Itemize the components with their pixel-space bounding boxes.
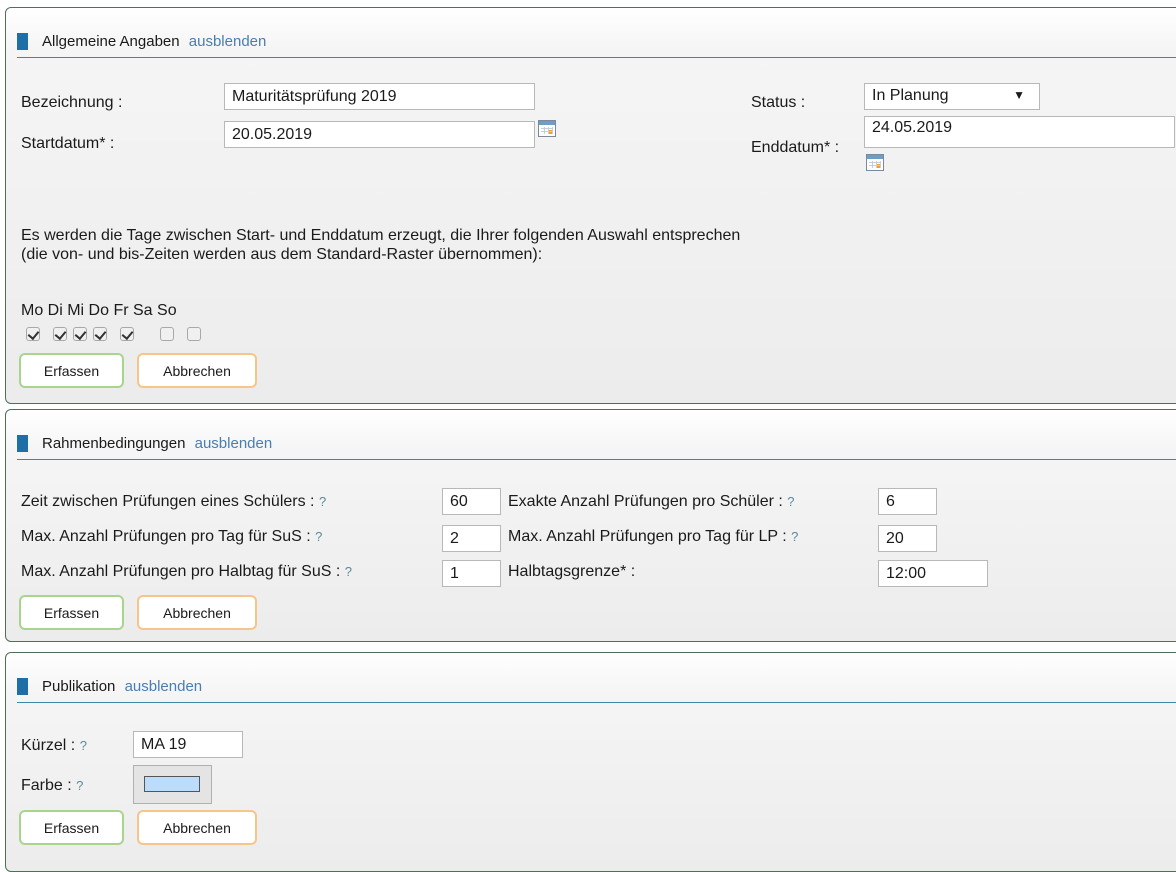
help-icon[interactable]: ? — [315, 529, 322, 544]
startdatum-label: Startdatum* : — [21, 135, 115, 152]
status-selected-value: In Planung — [872, 87, 949, 104]
farbe-label: Farbe : — [21, 777, 72, 794]
section-marker — [17, 33, 28, 50]
checkbox-di[interactable] — [53, 327, 67, 341]
calendar-icon[interactable] — [538, 120, 556, 137]
kuerzel-input[interactable] — [133, 731, 243, 758]
checkbox-so[interactable] — [187, 327, 201, 341]
exakt-label: Exakte Anzahl Prüfungen pro Schüler : — [508, 493, 783, 510]
color-swatch — [144, 776, 200, 792]
bezeichnung-label: Bezeichnung : — [21, 94, 123, 111]
exakt-input[interactable] — [878, 488, 937, 515]
panel-publikation: Publikation ausblenden Kürzel : ? Farbe … — [5, 652, 1176, 872]
help-icon[interactable]: ? — [345, 564, 352, 579]
max-tag-sus-input[interactable] — [442, 525, 501, 552]
hide-link[interactable]: ausblenden — [189, 33, 267, 50]
erfassen-button[interactable]: Erfassen — [19, 353, 124, 388]
status-select[interactable]: In Planung ▼ — [864, 83, 1040, 110]
panel-header: Rahmenbedingungen ausblenden — [17, 435, 1176, 460]
checkbox-mo[interactable] — [26, 327, 40, 341]
max-halbtag-sus-input[interactable] — [442, 560, 501, 587]
enddatum-input[interactable] — [864, 116, 1175, 148]
color-picker-button[interactable] — [133, 765, 212, 804]
panel-header: Publikation ausblenden — [17, 678, 1176, 703]
erfassen-button[interactable]: Erfassen — [19, 810, 124, 845]
max-tag-lp-label: Max. Anzahl Prüfungen pro Tag für LP : — [508, 528, 787, 545]
dropdown-arrow-icon: ▼ — [1013, 88, 1025, 102]
panel-title: Rahmenbedingungen — [42, 435, 186, 452]
section-marker — [17, 435, 28, 452]
checkbox-mi[interactable] — [73, 327, 87, 341]
section-marker — [17, 678, 28, 695]
panel-allgemeine-angaben: Allgemeine Angaben ausblenden Bezeichnun… — [5, 7, 1176, 404]
panel-title: Publikation — [42, 678, 116, 695]
zeit-input[interactable] — [442, 488, 501, 515]
hide-link[interactable]: ausblenden — [125, 678, 203, 695]
max-halbtag-sus-label: Max. Anzahl Prüfungen pro Halbtag für Su… — [21, 563, 341, 580]
checkbox-sa[interactable] — [160, 327, 174, 341]
startdatum-input[interactable] — [224, 121, 535, 148]
abbrechen-button[interactable]: Abbrechen — [137, 595, 257, 630]
hide-link[interactable]: ausblenden — [195, 435, 273, 452]
calendar-icon[interactable] — [866, 154, 884, 171]
info-text: Es werden die Tage zwischen Start- und E… — [21, 227, 741, 263]
help-icon[interactable]: ? — [791, 529, 798, 544]
enddatum-label: Enddatum* : — [751, 139, 840, 156]
help-icon[interactable]: ? — [787, 494, 794, 509]
status-label: Status : — [751, 94, 806, 111]
abbrechen-button[interactable]: Abbrechen — [137, 810, 257, 845]
help-icon[interactable]: ? — [80, 738, 87, 753]
panel-title: Allgemeine Angaben — [42, 33, 180, 50]
weekday-header: Mo Di Mi Do Fr Sa So — [21, 302, 177, 319]
help-icon[interactable]: ? — [76, 778, 83, 793]
help-icon[interactable]: ? — [319, 494, 326, 509]
halbtagsgrenze-input[interactable] — [878, 560, 988, 587]
zeit-label: Zeit zwischen Prüfungen eines Schülers : — [21, 493, 315, 510]
erfassen-button[interactable]: Erfassen — [19, 595, 124, 630]
checkbox-do[interactable] — [93, 327, 107, 341]
max-tag-lp-input[interactable] — [878, 525, 937, 552]
panel-rahmenbedingungen: Rahmenbedingungen ausblenden Zeit zwisch… — [5, 409, 1176, 642]
abbrechen-button[interactable]: Abbrechen — [137, 353, 257, 388]
panel-header: Allgemeine Angaben ausblenden — [17, 33, 1176, 58]
bezeichnung-input[interactable] — [224, 83, 535, 110]
kuerzel-label: Kürzel : — [21, 737, 76, 754]
halbtagsgrenze-label: Halbtagsgrenze* : — [508, 563, 636, 580]
checkbox-fr[interactable] — [120, 327, 134, 341]
max-tag-sus-label: Max. Anzahl Prüfungen pro Tag für SuS : — [21, 528, 311, 545]
